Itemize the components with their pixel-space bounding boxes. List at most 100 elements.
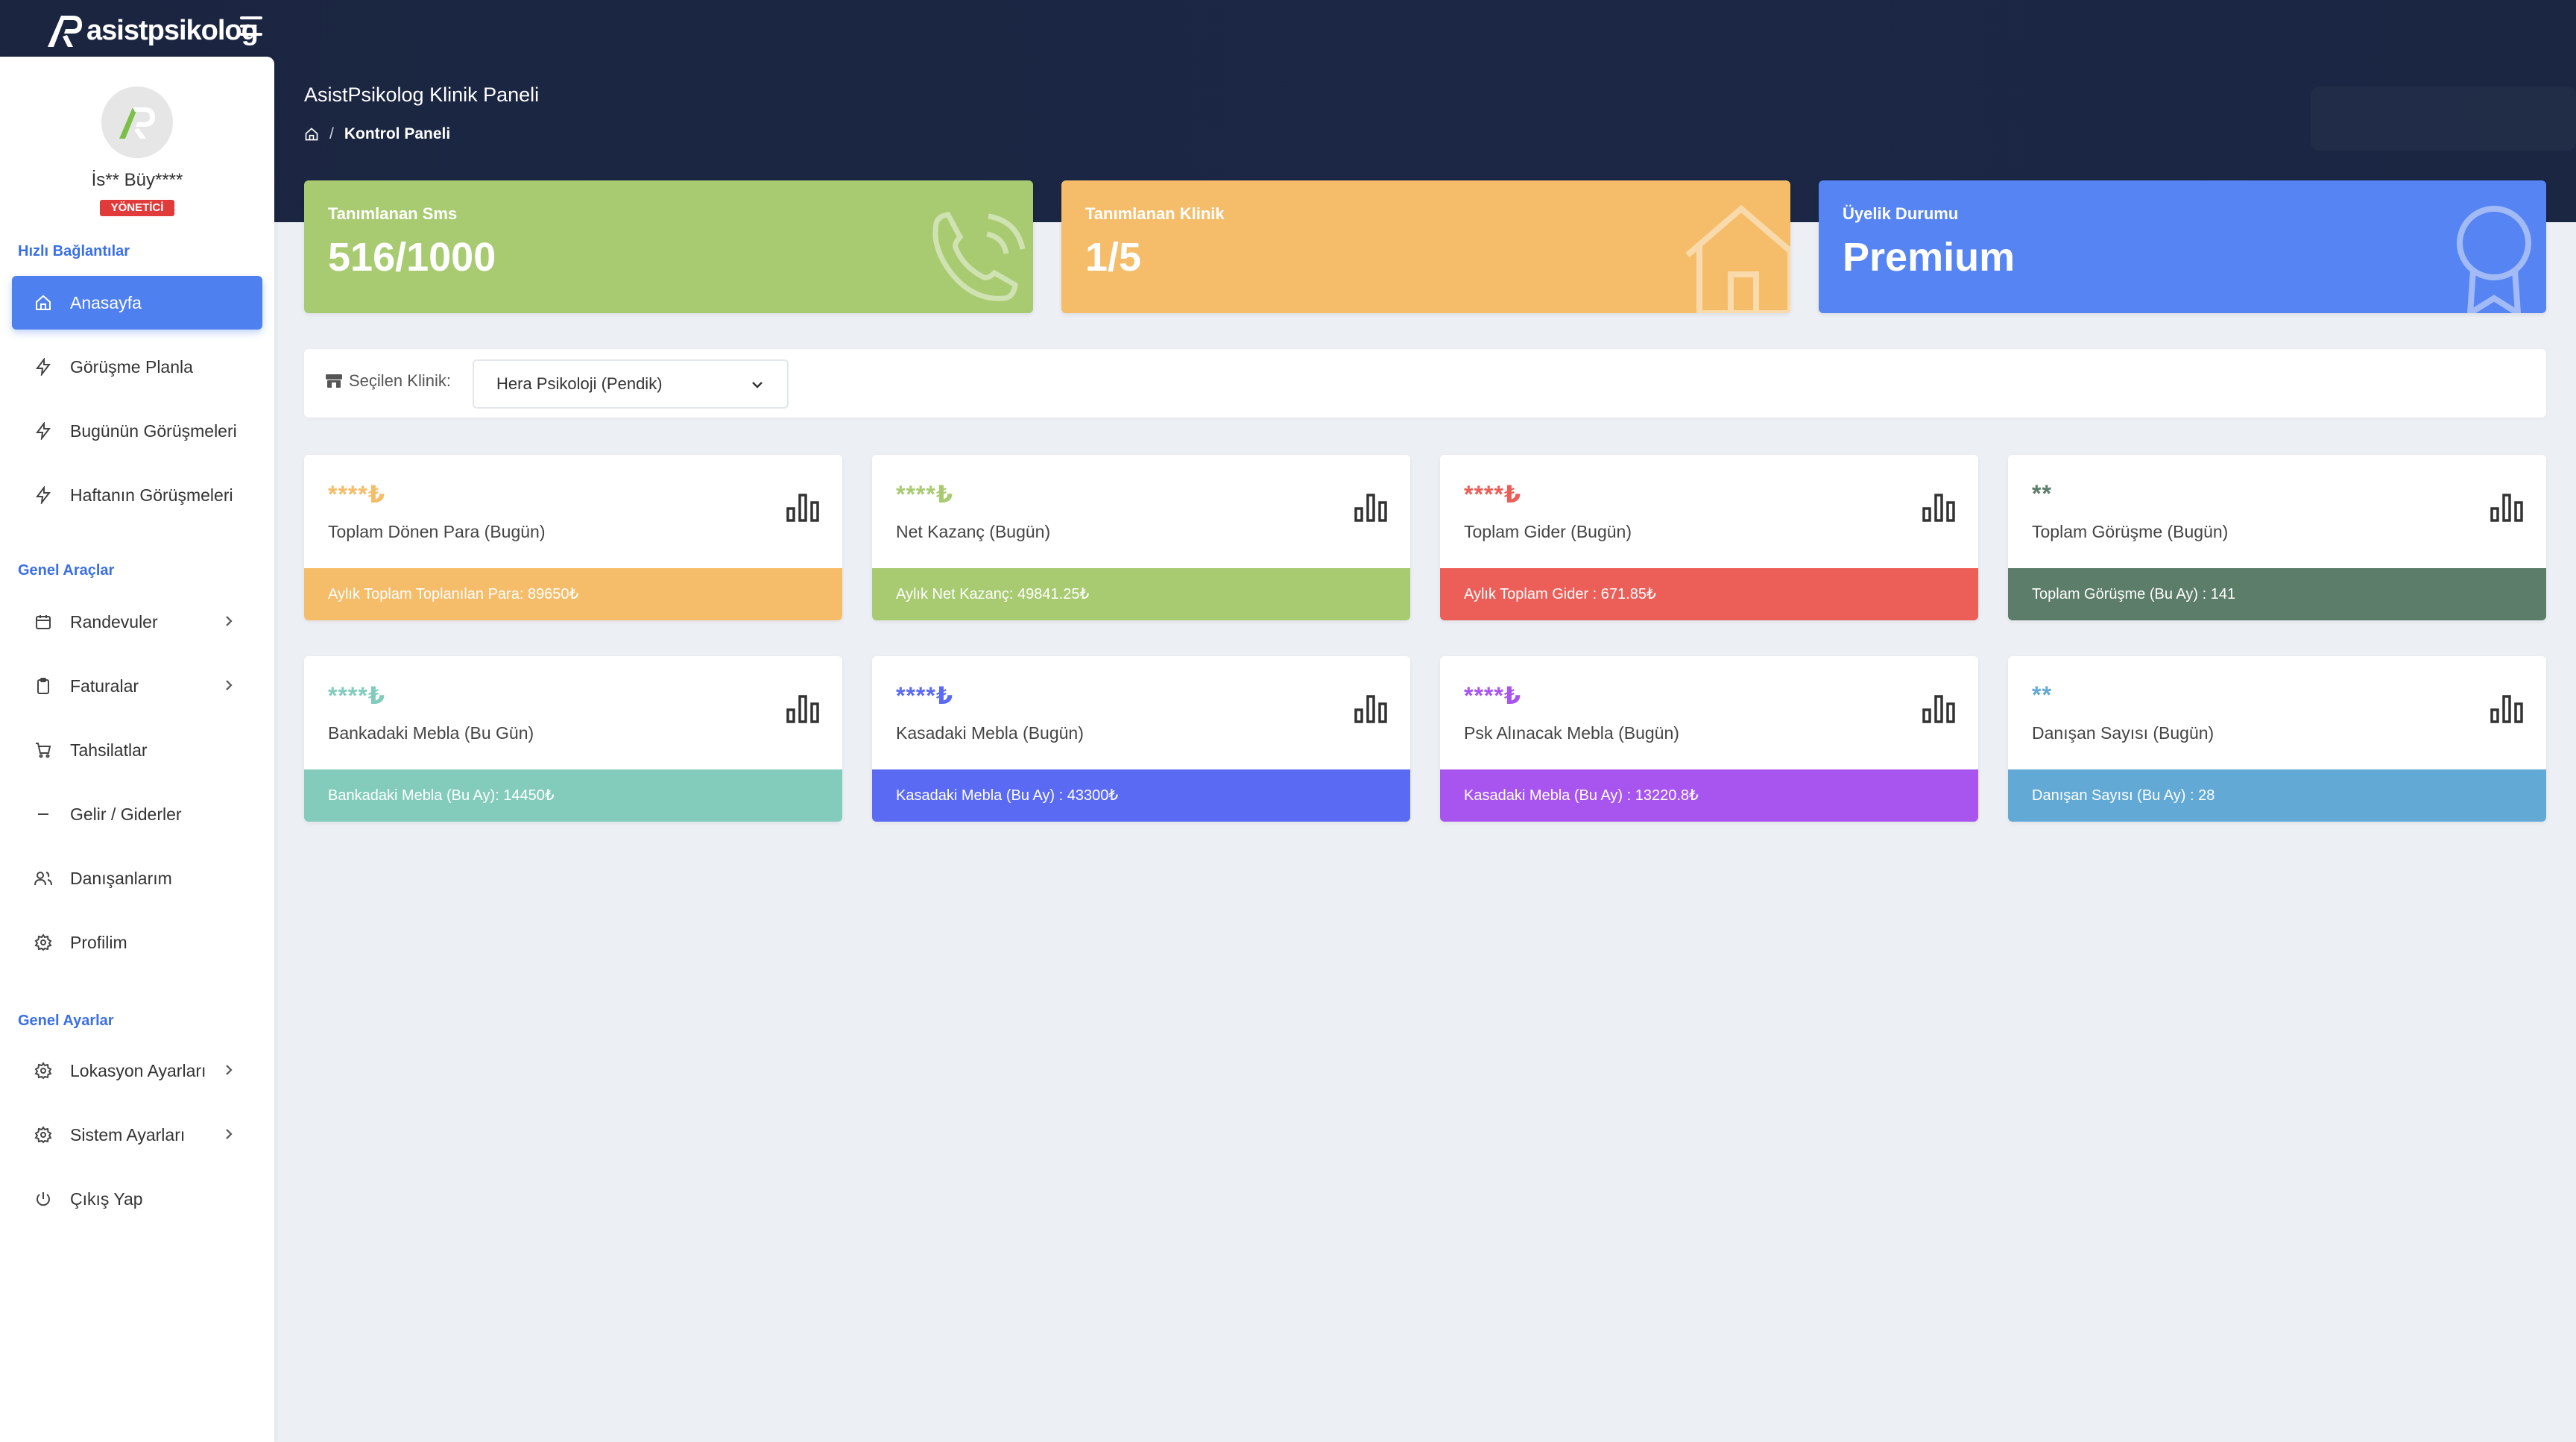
- sidebar-item-lokasyon-ayarlari[interactable]: Lokasyon Ayarları: [12, 1044, 262, 1098]
- sidebar-item-label: Çıkış Yap: [70, 1188, 143, 1209]
- section-title-tools: Genel Araçlar: [18, 562, 115, 579]
- bar-chart-icon: [2490, 695, 2523, 723]
- sidebar-item-profilim[interactable]: Profilim: [12, 916, 262, 969]
- bar-chart-icon: [1354, 494, 1387, 522]
- chevron-right-icon: [226, 1129, 233, 1139]
- metric-masked-value: ****₺: [1464, 682, 1522, 709]
- metric-footer: Kasadaki Mebla (Bu Ay) : 43300₺: [872, 769, 1410, 822]
- sidebar-item-label: Bugünün Görüşmeleri: [70, 421, 237, 441]
- metric-footer: Danışan Sayısı (Bu Ay) : 28: [2008, 769, 2546, 822]
- sidebar-item-danisanlarim[interactable]: Danışanlarım: [12, 851, 262, 905]
- sidebar-item-label: Haftanın Görüşmeleri: [70, 485, 233, 505]
- home-icon[interactable]: [304, 127, 319, 142]
- clinic-select[interactable]: Hera Psikoloji (Pendik): [473, 359, 789, 409]
- sidebar-item-label: Tahsilatlar: [70, 740, 148, 760]
- house-icon: [1685, 204, 1790, 313]
- bar-chart-icon: [1354, 695, 1387, 723]
- metric-card-toplam-gorusme: ** Toplam Görüşme (Bugün) Toplam Görüşme…: [2008, 455, 2546, 620]
- bar-chart-icon: [786, 695, 819, 723]
- sidebar-item-cikis-yap[interactable]: Çıkış Yap: [12, 1172, 262, 1226]
- metric-card-toplam-donen-para: ****₺ Toplam Dönen Para (Bugün) Aylık To…: [304, 455, 842, 620]
- metric-card-kasadaki-mebla: ****₺ Kasadaki Mebla (Bugün) Kasadaki Me…: [872, 656, 1410, 822]
- section-title-quick: Hızlı Bağlantılar: [18, 243, 130, 259]
- stat-value: Premium: [1843, 235, 2015, 280]
- avatar-logo-icon: [119, 107, 155, 139]
- metric-masked-value: ****₺: [896, 682, 954, 709]
- metric-footer: Bankadaki Mebla (Bu Ay): 14450₺: [304, 769, 842, 822]
- bolt-icon: [33, 421, 54, 441]
- bar-chart-icon: [786, 494, 819, 522]
- bolt-icon: [33, 485, 54, 506]
- metric-masked-value: **: [2032, 681, 2052, 708]
- sidebar-item-gorusme-planla[interactable]: Görüşme Planla: [12, 340, 262, 394]
- metric-masked-value: ****₺: [896, 481, 954, 508]
- chevron-right-icon: [226, 1065, 233, 1075]
- page-title: AsistPsikolog Klinik Paneli: [304, 84, 540, 106]
- sidebar-item-label: Lokasyon Ayarları: [70, 1060, 206, 1080]
- breadcrumb-separator: /: [329, 125, 334, 142]
- sidebar-item-label: Anasayfa: [70, 292, 142, 312]
- metric-footer: Aylık Toplam Gider : 671.85₺: [1440, 568, 1978, 620]
- metric-card-danisan-sayisi: ** Danışan Sayısı (Bugün) Danışan Sayısı…: [2008, 656, 2546, 822]
- users-icon: [33, 868, 54, 889]
- sidebar-item-sistem-ayarlari[interactable]: Sistem Ayarları: [12, 1108, 262, 1162]
- metric-footer: Aylık Toplam Toplanılan Para: 89650₺: [304, 568, 842, 620]
- bolt-icon: [33, 356, 54, 377]
- sidebar-item-bugunun-gorusmeleri[interactable]: Bugünün Görüşmeleri: [12, 404, 262, 458]
- metric-title: Psk Alınacak Mebla (Bugün): [1464, 723, 1679, 743]
- metric-card-toplam-gider: ****₺ Toplam Gider (Bugün) Aylık Toplam …: [1440, 455, 1978, 620]
- phone-icon: [932, 212, 1026, 301]
- sidebar-item-tahsilatlar[interactable]: Tahsilatlar: [12, 723, 262, 777]
- chevron-right-icon: [226, 680, 233, 690]
- sidebar-item-label: Randevuler: [70, 611, 158, 632]
- minus-icon: [33, 804, 54, 825]
- metric-title: Kasadaki Mebla (Bugün): [896, 723, 1084, 743]
- metric-title: Bankadaki Mebla (Bu Gün): [328, 723, 534, 743]
- clinic-selected-value: Hera Psikoloji (Pendik): [496, 374, 663, 393]
- clipboard-icon: [33, 676, 54, 696]
- logo-mark-icon: [48, 16, 82, 47]
- sidebar: İs** Büy**** YÖNETİCİ Hızlı Bağlantılar …: [0, 57, 274, 1442]
- store-icon: [326, 374, 342, 388]
- chevron-right-icon: [226, 616, 233, 626]
- metric-masked-value: ****₺: [328, 682, 386, 709]
- gear-icon: [33, 1060, 54, 1081]
- sidebar-item-label: Görüşme Planla: [70, 356, 193, 377]
- gear-icon: [33, 1124, 54, 1145]
- menu-toggle-icon[interactable]: [240, 16, 264, 37]
- metric-card-psk-alinacak-mebla: ****₺ Psk Alınacak Mebla (Bugün) Kasadak…: [1440, 656, 1978, 822]
- metric-masked-value: ****₺: [1464, 481, 1522, 508]
- clinic-stat-card: Tanımlanan Klinik 1/5: [1061, 180, 1790, 313]
- stat-label: Tanımlanan Sms: [328, 204, 458, 223]
- metric-card-net-kazanc: ****₺ Net Kazanç (Bugün) Aylık Net Kazan…: [872, 455, 1410, 620]
- cart-icon: [33, 740, 54, 761]
- brand-logo[interactable]: asistpsikolog: [43, 6, 259, 55]
- sidebar-item-faturalar[interactable]: Faturalar: [12, 659, 262, 713]
- clinic-selector-bar: Seçilen Klinik: Hera Psikoloji (Pendik): [304, 349, 2546, 418]
- bar-chart-icon: [1922, 494, 1955, 522]
- clinic-label-text: Seçilen Klinik:: [349, 371, 451, 390]
- clinic-label: Seçilen Klinik:: [325, 371, 451, 391]
- sidebar-item-anasayfa[interactable]: Anasayfa: [12, 276, 262, 330]
- metric-title: Toplam Gider (Bugün): [1464, 522, 1632, 541]
- sidebar-item-label: Sistem Ayarları: [70, 1124, 186, 1145]
- brand-name: asistpsikolog: [86, 14, 259, 46]
- breadcrumb: / Kontrol Paneli: [304, 125, 450, 143]
- metric-footer: Toplam Görüşme (Bu Ay) : 141: [2008, 568, 2546, 620]
- stat-label: Üyelik Durumu: [1843, 204, 1959, 223]
- metric-title: Toplam Dönen Para (Bugün): [328, 522, 546, 541]
- avatar[interactable]: [101, 86, 173, 158]
- sidebar-item-randevuler[interactable]: Randevuler: [12, 595, 262, 649]
- chevron-down-icon: [752, 382, 763, 388]
- home-icon: [33, 292, 54, 313]
- award-icon: [2457, 206, 2531, 313]
- sidebar-item-label: Danışanlarım: [70, 868, 172, 888]
- sms-stat-card: Tanımlanan Sms 516/1000: [304, 180, 1033, 313]
- gear-icon: [33, 932, 54, 953]
- metric-masked-value: ****₺: [328, 481, 386, 508]
- sidebar-item-label: Profilim: [70, 932, 127, 952]
- sidebar-item-haftanin-gorusmeleri[interactable]: Haftanın Görüşmeleri: [12, 468, 262, 522]
- breadcrumb-current: Kontrol Paneli: [344, 125, 451, 142]
- sidebar-item-gelir-giderler[interactable]: Gelir / Giderler: [12, 787, 262, 841]
- sidebar-item-label: Faturalar: [70, 676, 139, 696]
